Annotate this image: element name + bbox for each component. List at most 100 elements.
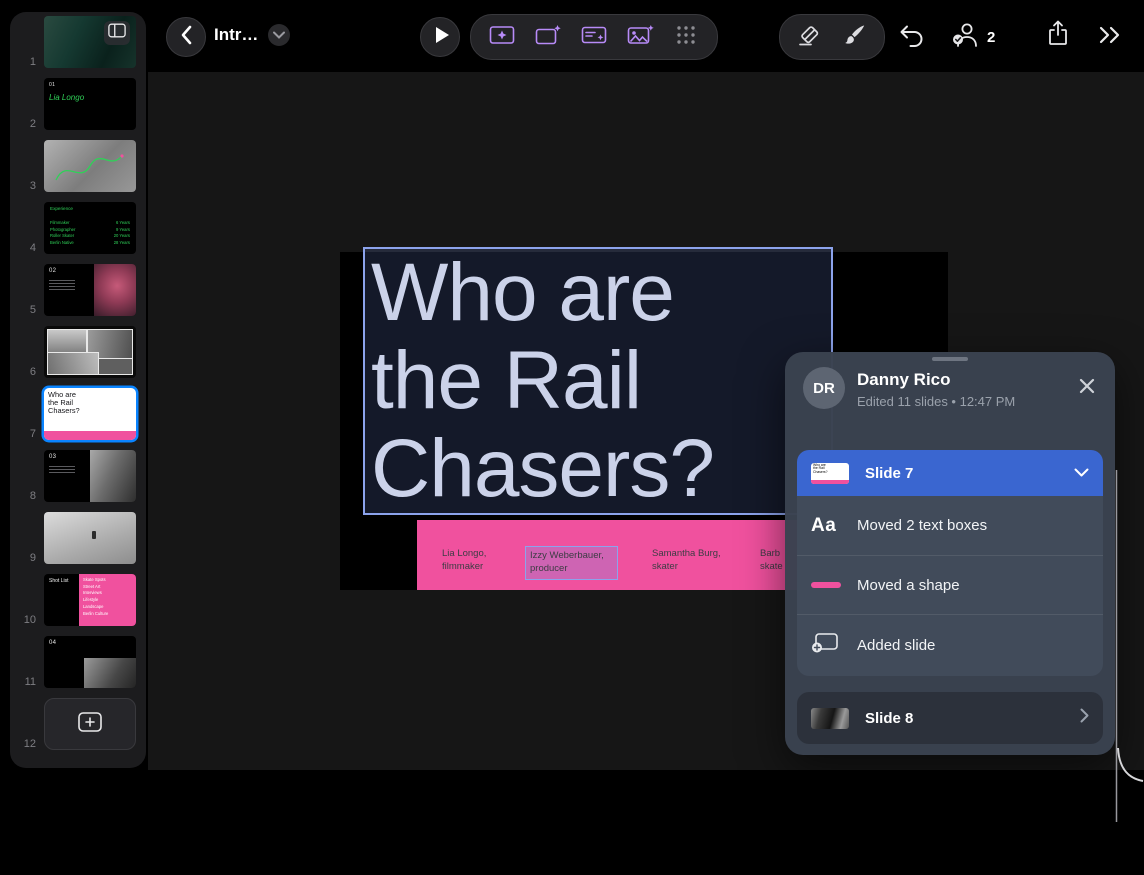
credit-role: producer	[530, 563, 568, 574]
slide-layout-button[interactable]	[571, 15, 617, 59]
photo-thumbnail	[90, 450, 136, 502]
media-icon	[627, 24, 654, 51]
exp-value: 28 Years	[114, 240, 130, 247]
title-text-box-selected[interactable]: Who are the Rail Chasers?	[363, 247, 833, 515]
slide-7-thumbnail-selected[interactable]: Who are the Rail Chasers?	[44, 388, 136, 440]
insert-media-button[interactable]	[617, 15, 663, 59]
slide-number: 11	[10, 677, 44, 688]
slide-2-thumbnail[interactable]: 01 Lia Longo	[44, 78, 136, 130]
credit-role: skater	[652, 561, 678, 572]
activity-label: Moved 2 text boxes	[857, 517, 987, 534]
collage-photo	[47, 329, 87, 353]
slide-11-thumbnail[interactable]: 04	[44, 636, 136, 688]
apps-grid-button[interactable]	[663, 15, 709, 59]
credit-text[interactable]: Lia Longo,filmmaker	[442, 548, 486, 574]
credit-text[interactable]: Barb skate	[760, 548, 783, 574]
slide-10-thumbnail[interactable]: Shot List Skate Spots Street Art Intervi…	[44, 574, 136, 626]
paintbrush-icon	[842, 23, 868, 52]
slide-row-3[interactable]: 3	[10, 140, 146, 202]
add-slide-button[interactable]	[525, 15, 571, 59]
activity-item[interactable]: Aa Moved 2 text boxes	[797, 496, 1103, 555]
slide-row-8[interactable]: 8 03	[10, 450, 146, 512]
back-button[interactable]	[166, 17, 206, 57]
close-panel-button[interactable]	[1073, 374, 1101, 402]
thumb-title: Lia Longo	[49, 93, 84, 102]
style-brush-button[interactable]	[832, 15, 878, 59]
thumb-slide-label: 01	[49, 82, 55, 88]
drag-handle[interactable]	[932, 357, 968, 361]
slide-7-activity-header[interactable]: Who are the Rail Chasers? Slide 7	[797, 450, 1103, 496]
slide-6-thumbnail[interactable]	[44, 326, 136, 378]
credit-name: Izzy Weberbauer,	[530, 550, 604, 561]
theme-button[interactable]	[479, 15, 525, 59]
avatar: DR	[803, 367, 845, 409]
chevron-down-icon	[273, 26, 285, 44]
slide-row-1[interactable]: 1	[10, 16, 146, 78]
pink-stripe	[44, 431, 136, 440]
mini-thumb-title: Who are the Rail Chasers?	[813, 464, 828, 475]
eraser-icon	[796, 23, 822, 52]
close-icon	[1079, 378, 1095, 399]
slide-row-7[interactable]: 7 Who are the Rail Chasers?	[10, 388, 146, 450]
shot-list-item: Landscape	[83, 604, 132, 611]
collage-photo	[98, 358, 133, 375]
slide-1-thumbnail[interactable]	[44, 16, 136, 68]
slide-3-thumbnail[interactable]	[44, 140, 136, 192]
slide-row-9[interactable]: 9	[10, 512, 146, 574]
activity-item[interactable]: Added slide	[797, 614, 1103, 676]
share-button[interactable]	[1046, 19, 1070, 52]
slide-9-thumbnail[interactable]	[44, 512, 136, 564]
collage-photo	[47, 352, 99, 375]
slide-number: 3	[10, 181, 44, 192]
markup-toolbar-group	[779, 14, 885, 60]
text-icon: Aa	[811, 515, 836, 537]
shot-list-item: Interviews	[83, 590, 132, 597]
added-slide-icon	[811, 632, 839, 659]
slide-5-thumbnail[interactable]: 02	[44, 264, 136, 316]
credit-text: Izzy Weberbauer, producer	[526, 547, 617, 576]
placeholder-text-lines	[49, 280, 75, 292]
slide-row-2[interactable]: 2 01 Lia Longo	[10, 78, 146, 140]
credit-name: Barb	[760, 548, 780, 559]
sidebar-toggle-button[interactable]	[104, 21, 130, 45]
thumb-slide-label: 04	[49, 640, 56, 646]
undo-button[interactable]	[898, 22, 926, 53]
play-button[interactable]	[420, 17, 460, 57]
slide-row-10[interactable]: 10 Shot List Skate Spots Street Art Inte…	[10, 574, 146, 636]
credit-name: Samantha Burg,	[652, 548, 721, 559]
shot-list-item: Skate Spots	[83, 577, 132, 584]
slide-4-thumbnail[interactable]: Experience Filmmaker6 Years Photographer…	[44, 202, 136, 254]
thumb-title: Who are the Rail Chasers?	[48, 391, 80, 415]
more-tools-button[interactable]	[1098, 25, 1122, 50]
exp-label: Berlin Native	[50, 240, 74, 247]
double-chevron-right-icon	[1098, 25, 1122, 50]
photo-thumbnail	[94, 264, 136, 316]
placeholder-text-lines	[49, 466, 75, 475]
title-menu-button[interactable]	[268, 24, 290, 46]
slide-row-4[interactable]: 4 Experience Filmmaker6 Years Photograph…	[10, 202, 146, 264]
credit-text[interactable]: Samantha Burg, skater	[652, 548, 721, 574]
slide-8-activity-header[interactable]: Slide 8	[797, 692, 1103, 744]
slide-8-thumbnail[interactable]: 03	[44, 450, 136, 502]
undo-icon	[898, 22, 926, 53]
credit-role: skate	[760, 561, 783, 572]
shot-list-item: Lifestyle	[83, 597, 132, 604]
slide-number: 5	[10, 305, 44, 316]
activity-label: Moved a shape	[857, 577, 960, 594]
slide-row-12[interactable]: 12	[10, 698, 146, 760]
document-title-chip[interactable]: Intr…	[214, 24, 290, 46]
credit-text-box-selected[interactable]: Izzy Weberbauer, producer	[525, 546, 618, 580]
collaborate-button[interactable]: 2	[952, 22, 995, 53]
activity-item[interactable]: Moved a shape	[797, 555, 1103, 614]
add-slide-icon	[535, 24, 562, 51]
add-slide-plus-icon	[78, 712, 102, 737]
eraser-button[interactable]	[786, 15, 832, 59]
slide-row-11[interactable]: 11 04	[10, 636, 146, 698]
slide-row-5[interactable]: 5 02	[10, 264, 146, 326]
slide-number: 4	[10, 243, 44, 254]
new-slide-button[interactable]	[44, 698, 136, 750]
slide-number: 7	[10, 429, 44, 440]
collaborator-name: Danny Rico	[857, 370, 951, 390]
slide-row-6[interactable]: 6	[10, 326, 146, 388]
thumb-slide-label: 03	[49, 454, 56, 460]
